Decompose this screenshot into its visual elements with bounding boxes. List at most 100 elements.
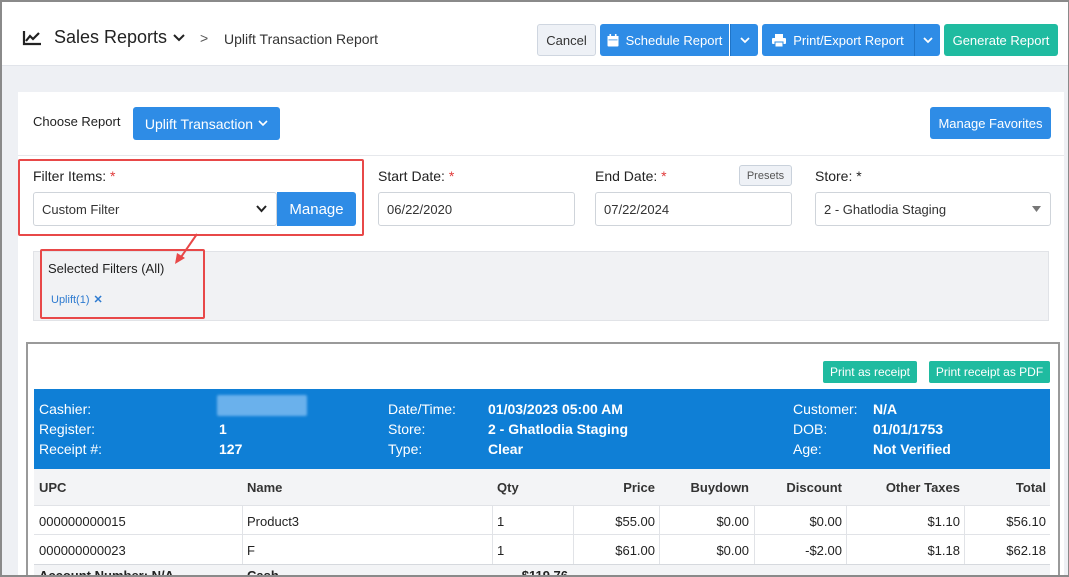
- breadcrumb-separator: >: [200, 30, 209, 46]
- dob-value: 01/01/1753: [873, 421, 944, 437]
- cashier-value-redacted: [217, 395, 307, 416]
- table-header-row: UPC Name Qty Price Buydown Discount Othe…: [34, 469, 1050, 505]
- column-header: Price: [623, 480, 655, 495]
- divider: [18, 155, 1064, 156]
- print-export-button[interactable]: Print/Export Report: [762, 24, 914, 56]
- datetime-label: Date/Time:: [388, 401, 456, 417]
- table-row: 000000000015 Product3 1 $55.00 $0.00 $0.…: [34, 505, 1050, 535]
- chevron-down-icon[interactable]: [172, 33, 186, 43]
- cell-name: Product3: [247, 514, 300, 529]
- chevron-down-icon: [739, 36, 750, 43]
- dob-label: DOB:: [793, 421, 828, 437]
- cell-divider: [846, 506, 847, 535]
- manage-favorites-label: Manage Favorites: [938, 115, 1043, 131]
- choose-report-label: Choose Report: [33, 114, 121, 129]
- column-header: Other Taxes: [885, 480, 960, 495]
- print-export-label: Print/Export Report: [793, 32, 904, 48]
- generate-report-button[interactable]: Generate Report: [944, 24, 1058, 56]
- end-date-value: 07/22/2024: [604, 201, 670, 217]
- chevron-down-icon: [258, 120, 268, 127]
- cancel-button[interactable]: Cancel: [537, 24, 596, 56]
- cashier-label: Cashier:: [39, 401, 92, 417]
- cell-qty: 1: [497, 514, 505, 529]
- manage-favorites-button[interactable]: Manage Favorites: [930, 107, 1051, 139]
- page-title[interactable]: Sales Reports: [54, 27, 167, 48]
- receipt-number-label: Receipt #:: [39, 441, 103, 457]
- datetime-value: 01/03/2023 05:00 AM: [488, 401, 623, 417]
- cell-divider: [754, 506, 755, 535]
- report-dropdown-button[interactable]: Uplift Transaction: [133, 107, 280, 140]
- cell-qty: 1: [497, 543, 505, 558]
- end-date-input[interactable]: 07/22/2024: [595, 192, 792, 226]
- print-receipt-pdf-label: Print receipt as PDF: [935, 365, 1044, 379]
- cell-divider: [659, 535, 660, 564]
- store-info-label: Store:: [388, 421, 426, 437]
- start-date-label: Start Date: *: [378, 168, 455, 184]
- cell-other-taxes: $1.18: [927, 543, 960, 558]
- tender-type: Cash: [247, 568, 279, 576]
- line-chart-icon: [22, 31, 41, 46]
- caret-down-icon: [1032, 206, 1041, 212]
- schedule-report-button[interactable]: Schedule Report: [600, 24, 729, 56]
- cell-divider: [573, 535, 574, 564]
- printer-icon: [772, 33, 787, 47]
- breadcrumb: Uplift Transaction Report: [224, 31, 379, 47]
- cell-total: $56.10: [1006, 514, 1046, 529]
- start-date-input[interactable]: 06/22/2020: [378, 192, 575, 226]
- type-label: Type:: [388, 441, 423, 457]
- table-row: 000000000023 F 1 $61.00 $0.00 -$2.00 $1.…: [34, 534, 1050, 564]
- cell-price: $55.00: [615, 514, 655, 529]
- cell-discount: -$2.00: [805, 543, 842, 558]
- cell-divider: [754, 535, 755, 564]
- generate-report-label: Generate Report: [952, 32, 1050, 48]
- presets-label: Presets: [746, 169, 785, 182]
- receipt-panel: Print as receipt Print receipt as PDF Ca…: [26, 342, 1060, 576]
- table-footer-row: Account Number: N/A Cash $119.76: [34, 564, 1050, 576]
- column-header: Total: [1015, 480, 1046, 495]
- type-value: Clear: [488, 441, 524, 457]
- print-export-dropdown[interactable]: [914, 24, 940, 56]
- column-header: UPC: [39, 480, 67, 495]
- cell-divider: [492, 535, 493, 564]
- cell-divider: [242, 535, 243, 564]
- cell-divider: [242, 506, 243, 535]
- account-number: Account Number: N/A: [39, 568, 175, 576]
- chevron-down-icon: [922, 36, 933, 43]
- print-receipt-button[interactable]: Print as receipt: [823, 361, 917, 383]
- print-receipt-pdf-button[interactable]: Print receipt as PDF: [929, 361, 1050, 383]
- cell-other-taxes: $1.10: [927, 514, 960, 529]
- report-dropdown-label: Uplift Transaction: [144, 115, 254, 132]
- cell-buydown: $0.00: [716, 514, 749, 529]
- cell-divider: [659, 506, 660, 535]
- cell-divider: [573, 506, 574, 535]
- receipt-number-value: 127: [219, 441, 243, 457]
- cell-divider: [492, 506, 493, 535]
- cell-divider: [964, 506, 965, 535]
- customer-label: Customer:: [793, 401, 858, 417]
- schedule-report-dropdown[interactable]: [730, 24, 758, 56]
- customer-value: N/A: [873, 401, 898, 417]
- store-info-value: 2 - Ghatlodia Staging: [488, 421, 629, 437]
- store-value: 2 - Ghatlodia Staging: [824, 201, 947, 217]
- cell-upc: 000000000015: [39, 514, 126, 529]
- store-select[interactable]: 2 - Ghatlodia Staging: [815, 192, 1051, 226]
- cell-price: $61.00: [615, 543, 655, 558]
- cell-total: $62.18: [1006, 543, 1046, 558]
- print-receipt-label: Print as receipt: [829, 365, 911, 379]
- register-label: Register:: [39, 421, 96, 437]
- age-value: Not Verified: [873, 441, 951, 457]
- receipt-info-band: Cashier: Register: 1 Receipt #: 127 Date…: [34, 389, 1050, 469]
- app-window: Sales Reports > Uplift Transaction Repor…: [0, 0, 1069, 577]
- cell-divider: [846, 535, 847, 564]
- cell-buydown: $0.00: [716, 543, 749, 558]
- top-bar: Sales Reports > Uplift Transaction Repor…: [2, 2, 1068, 66]
- register-value: 1: [219, 421, 227, 437]
- annotation-highlight-filter: [18, 159, 364, 236]
- presets-button[interactable]: Presets: [739, 165, 792, 186]
- cell-discount: $0.00: [809, 514, 842, 529]
- report-panel: Choose Report Uplift Transaction Manage …: [18, 92, 1064, 576]
- store-label: Store: *: [815, 168, 862, 184]
- age-label: Age:: [793, 441, 822, 457]
- column-header: Buydown: [690, 480, 750, 495]
- column-header: Qty: [497, 480, 519, 495]
